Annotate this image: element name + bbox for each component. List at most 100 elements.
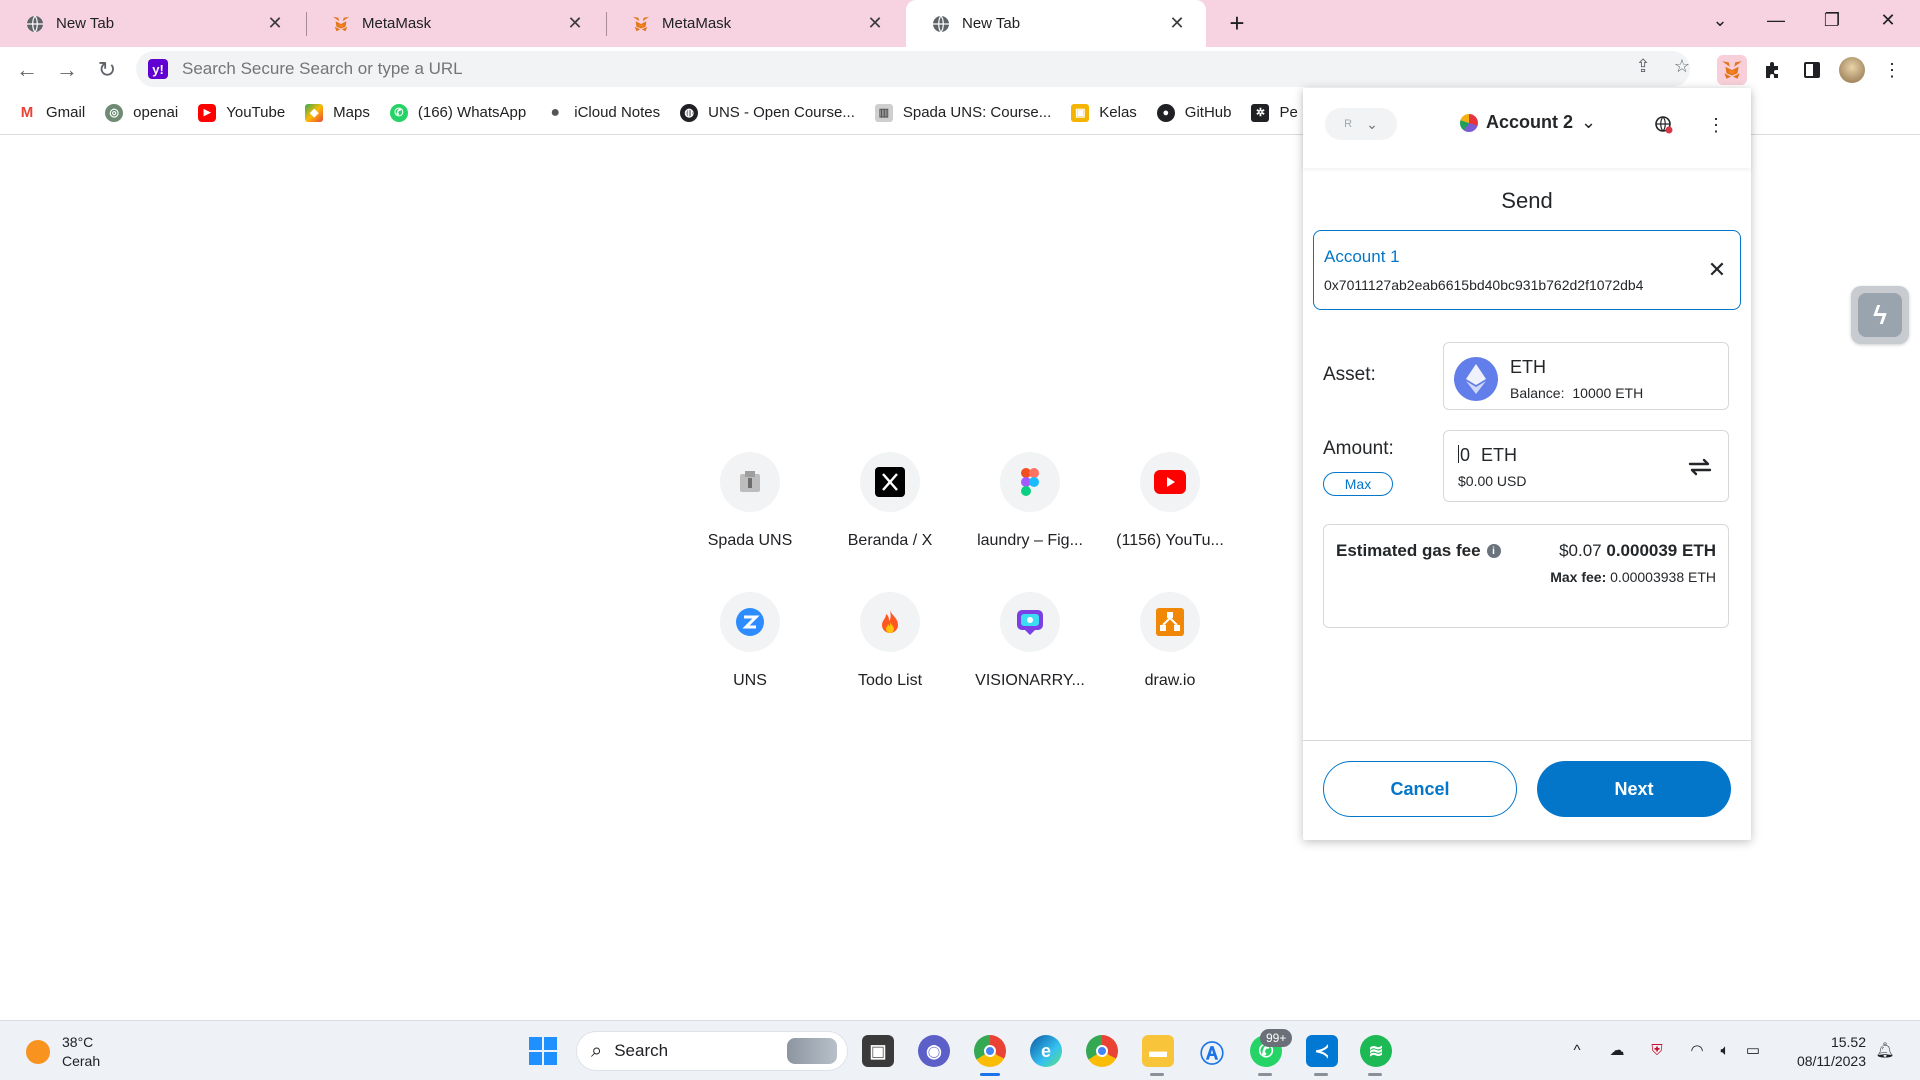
visionarry-icon (1000, 592, 1060, 652)
bookmark-github[interactable]: ● GitHub (1156, 103, 1231, 122)
shortcut-todo-list[interactable]: Todo List (830, 592, 950, 690)
info-icon[interactable]: i (1486, 544, 1501, 558)
gas-fee-box: Estimated gas fee i $0.07 0.000039 ETH M… (1323, 524, 1729, 628)
cancel-button[interactable]: Cancel (1323, 761, 1517, 817)
amount-value[interactable]: 0 ETH (1458, 445, 1517, 466)
tab-new-tab-1[interactable]: New Tab ✕ (0, 0, 304, 47)
swap-currency-icon[interactable] (1686, 453, 1714, 481)
weather-condition: Cerah (62, 1053, 101, 1069)
url-input[interactable] (180, 58, 1380, 80)
bookmark-pe[interactable]: ✲ Pe (1251, 103, 1298, 122)
new-tab-plus-icon[interactable]: + (1222, 8, 1252, 38)
amount-input[interactable]: 0 ETH $0.00 USD (1443, 430, 1729, 502)
volume-icon[interactable]: 🔈︎ (1714, 1039, 1736, 1061)
chrome-menu-icon[interactable]: ⋮ (1877, 55, 1907, 85)
amount-usd: $0.00 USD (1458, 473, 1527, 489)
recipient-address: 0x7011127ab2eab6615bd40bc931b762d2f1072d… (1324, 277, 1644, 293)
shortcut-drawio[interactable]: draw.io (1110, 592, 1230, 690)
tab-search-chevron-icon[interactable]: ⌄ (1692, 0, 1748, 40)
shortcut-beranda-x[interactable]: Beranda / X (830, 452, 950, 550)
classroom-icon: ▣ (1071, 103, 1090, 122)
shortcut-uns[interactable]: UNS (690, 592, 810, 690)
edge-icon[interactable]: e (1030, 1035, 1062, 1067)
kebab-menu-icon[interactable]: ⋮ (1703, 112, 1729, 138)
bookmark-maps[interactable]: ◆ Maps (305, 103, 370, 122)
back-arrow-icon[interactable]: ← (12, 55, 42, 85)
next-button[interactable]: Next (1537, 761, 1731, 817)
bookmark-uns-open-course[interactable]: ◍ UNS - Open Course... (680, 103, 855, 122)
metamask-popup: R ⌄ Account 2 ⌄ ⋮ Send Account 1 0x70111… (1303, 88, 1751, 840)
asset-name: ETH (1510, 357, 1546, 377)
bookmark-label: Maps (333, 104, 370, 121)
bookmark-youtube[interactable]: ▶ YouTube (198, 103, 285, 122)
profile-avatar[interactable] (1837, 55, 1867, 85)
notification-bell-icon[interactable]: 🔔︎ (1874, 1039, 1896, 1061)
metamask-footer: Cancel Next (1303, 740, 1751, 840)
metamask-extension-icon[interactable] (1717, 55, 1747, 85)
bookmark-gmail[interactable]: M Gmail (18, 103, 85, 122)
network-selector[interactable]: R ⌄ (1325, 108, 1397, 140)
wifi-icon[interactable]: ◠ (1686, 1039, 1708, 1061)
reload-icon[interactable]: ↻ (92, 55, 122, 85)
tab-title: New Tab (56, 15, 115, 32)
bookmark-icloud-notes[interactable]: ● iCloud Notes (546, 104, 660, 122)
bookmark-star-icon[interactable]: ☆ (1671, 55, 1693, 77)
task-view-icon[interactable]: ▣ (862, 1035, 894, 1067)
file-explorer-icon[interactable]: ▬ (1142, 1035, 1174, 1067)
shortcut-laundry-figma[interactable]: laundry – Fig... (970, 452, 1090, 550)
bookmark-openai[interactable]: ◎ openai (105, 103, 178, 122)
app-indicator (1258, 1073, 1272, 1076)
shortcut-visionarry[interactable]: VISIONARRY... (970, 592, 1090, 690)
sun-icon (26, 1040, 50, 1064)
ethereum-icon (1454, 357, 1498, 401)
tab-metamask-1[interactable]: MetaMask ✕ (306, 0, 604, 47)
minimize-icon[interactable]: — (1748, 0, 1804, 40)
tab-close-icon[interactable]: ✕ (564, 13, 586, 35)
windows-start-icon[interactable] (527, 1035, 559, 1067)
shortcut-spada-uns[interactable]: Spada UNS (690, 452, 810, 550)
extensions-puzzle-icon[interactable] (1757, 55, 1787, 85)
shortcut-youtube[interactable]: (1156) YouTu... (1110, 452, 1230, 550)
whatsapp-icon: ✆ (389, 103, 408, 122)
chrome-icon[interactable] (974, 1035, 1006, 1067)
bookmark-whatsapp[interactable]: ✆ (166) WhatsApp (389, 103, 526, 122)
app-store-icon[interactable]: Ⓐ (1196, 1035, 1228, 1068)
tab-new-tab-active[interactable]: New Tab ✕ (906, 0, 1206, 47)
clear-recipient-icon[interactable]: ✕ (1704, 257, 1730, 283)
forward-arrow-icon[interactable]: → (52, 55, 82, 85)
asset-selector[interactable]: ETH Balance: 10000 ETH (1443, 342, 1729, 410)
max-button[interactable]: Max (1323, 472, 1393, 496)
restore-icon[interactable]: ❐ (1804, 0, 1860, 40)
floating-extension-widget[interactable]: ϟ (1851, 286, 1909, 344)
zoom-icon (720, 592, 780, 652)
mcafee-icon[interactable]: ⛨ (1646, 1039, 1668, 1061)
tab-close-icon[interactable]: ✕ (264, 13, 286, 35)
chrome-profile-icon[interactable] (1086, 1035, 1118, 1067)
gas-fee-eth: 0.000039 ETH (1606, 541, 1716, 560)
account-selector[interactable]: Account 2 ⌄ (1460, 112, 1596, 133)
tab-metamask-2[interactable]: MetaMask ✕ (606, 0, 904, 47)
share-icon[interactable]: ⇪ (1632, 55, 1654, 77)
bookmark-spada-uns[interactable]: ▥ Spada UNS: Course... (874, 103, 1051, 122)
taskbar-search[interactable]: ⌕ Search (576, 1031, 848, 1071)
tab-close-icon[interactable]: ✕ (1166, 13, 1188, 35)
close-window-icon[interactable]: ✕ (1860, 0, 1916, 40)
recipient-box[interactable]: Account 1 0x7011127ab2eab6615bd40bc931b7… (1313, 230, 1741, 310)
connected-sites-icon[interactable] (1651, 112, 1677, 138)
max-fee-label: Max fee: (1550, 569, 1607, 585)
side-panel-icon[interactable] (1797, 55, 1827, 85)
bookmark-kelas[interactable]: ▣ Kelas (1071, 103, 1137, 122)
address-bar[interactable]: y! (136, 51, 1690, 87)
search-label: Search (614, 1041, 669, 1060)
onedrive-icon[interactable]: ☁ (1606, 1039, 1628, 1061)
chevron-up-icon[interactable]: ^ (1566, 1039, 1588, 1061)
vscode-icon[interactable]: ≺ (1306, 1035, 1338, 1067)
tab-close-icon[interactable]: ✕ (864, 13, 886, 35)
teams-chat-icon[interactable]: ◉ (918, 1035, 950, 1067)
asset-balance: Balance: 10000 ETH (1510, 385, 1643, 401)
spotify-icon[interactable]: ≋ (1360, 1035, 1392, 1067)
weather-widget[interactable]: 38°C Cerah (26, 1033, 100, 1071)
shortcut-label: laundry – Fig... (977, 532, 1083, 549)
battery-icon[interactable]: ▭ (1742, 1039, 1764, 1061)
clock[interactable]: 15.52 08/11/2023 (1786, 1033, 1866, 1071)
